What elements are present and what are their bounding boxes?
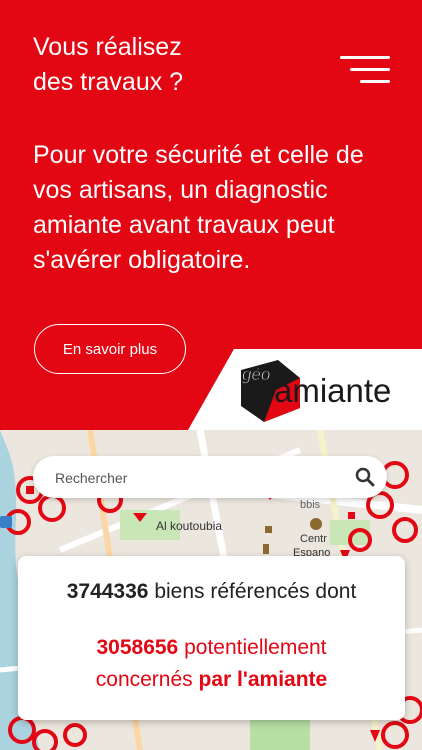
stats-card: 3744336 biens référencés dont 3058656 po…	[18, 556, 405, 720]
total-count: 3744336	[66, 580, 149, 603]
stat-total: 3744336 biens référencés dont	[18, 580, 405, 604]
logo-part1: géo	[242, 365, 270, 384]
concerned-bold: par l'amiante	[198, 668, 328, 691]
stat-concerned: 3058656 potentiellement concernés par l'…	[18, 632, 405, 696]
menu-icon	[340, 56, 390, 59]
hero-title-line1: Vous réalisez	[33, 33, 182, 61]
geoamiante-logo: géo amiante	[241, 360, 391, 422]
concerned-text2: concernés	[95, 668, 199, 691]
total-text: biens référencés dont	[148, 580, 357, 603]
concerned-count: 3058656	[96, 636, 179, 659]
search-input[interactable]	[53, 456, 347, 500]
map-label-koutoubia: Al koutoubia	[156, 519, 222, 533]
hero-title: Vous réalisez des travaux ?	[33, 30, 313, 100]
hero-title-line2: des travaux ?	[33, 68, 184, 96]
search-icon[interactable]	[355, 467, 375, 487]
logo-part2: amiante	[274, 372, 391, 409]
search-bar[interactable]	[33, 456, 387, 500]
map-label-bbis: bbis	[300, 499, 321, 511]
menu-button[interactable]	[340, 52, 390, 86]
map-label-centre: Centr	[300, 533, 327, 545]
concerned-text: potentiellement	[178, 636, 327, 659]
learn-more-button[interactable]: En savoir plus	[34, 324, 186, 374]
hero-text: Pour votre sécurité et celle de vos arti…	[33, 141, 364, 274]
